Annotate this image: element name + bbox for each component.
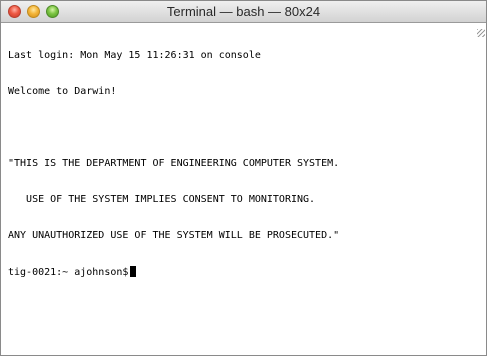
- resize-grip-icon[interactable]: [477, 29, 485, 37]
- output-line: Welcome to Darwin!: [8, 86, 117, 97]
- scrollbar[interactable]: [475, 23, 486, 355]
- title-bar[interactable]: Terminal — bash — 80x24: [1, 1, 486, 23]
- terminal-output: Last login: Mon May 15 11:26:31 on conso…: [8, 26, 339, 302]
- shell-prompt: tig-0021:~ ajohnson$: [8, 267, 129, 278]
- output-line: ANY UNAUTHORIZED USE OF THE SYSTEM WILL …: [8, 230, 340, 241]
- terminal-content[interactable]: Last login: Mon May 15 11:26:31 on conso…: [1, 23, 476, 355]
- output-line: Last login: Mon May 15 11:26:31 on conso…: [8, 50, 261, 61]
- prompt-line[interactable]: tig-0021:~ ajohnson$: [8, 266, 339, 278]
- window-title: Terminal — bash — 80x24: [166, 4, 321, 19]
- text-cursor: [130, 266, 137, 277]
- terminal-window: Terminal — bash — 80x24 Last login: Mon …: [0, 0, 487, 356]
- output-line: "THIS IS THE DEPARTMENT OF ENGINEERING C…: [8, 158, 340, 169]
- output-line: USE OF THE SYSTEM IMPLIES CONSENT TO MON…: [8, 194, 316, 205]
